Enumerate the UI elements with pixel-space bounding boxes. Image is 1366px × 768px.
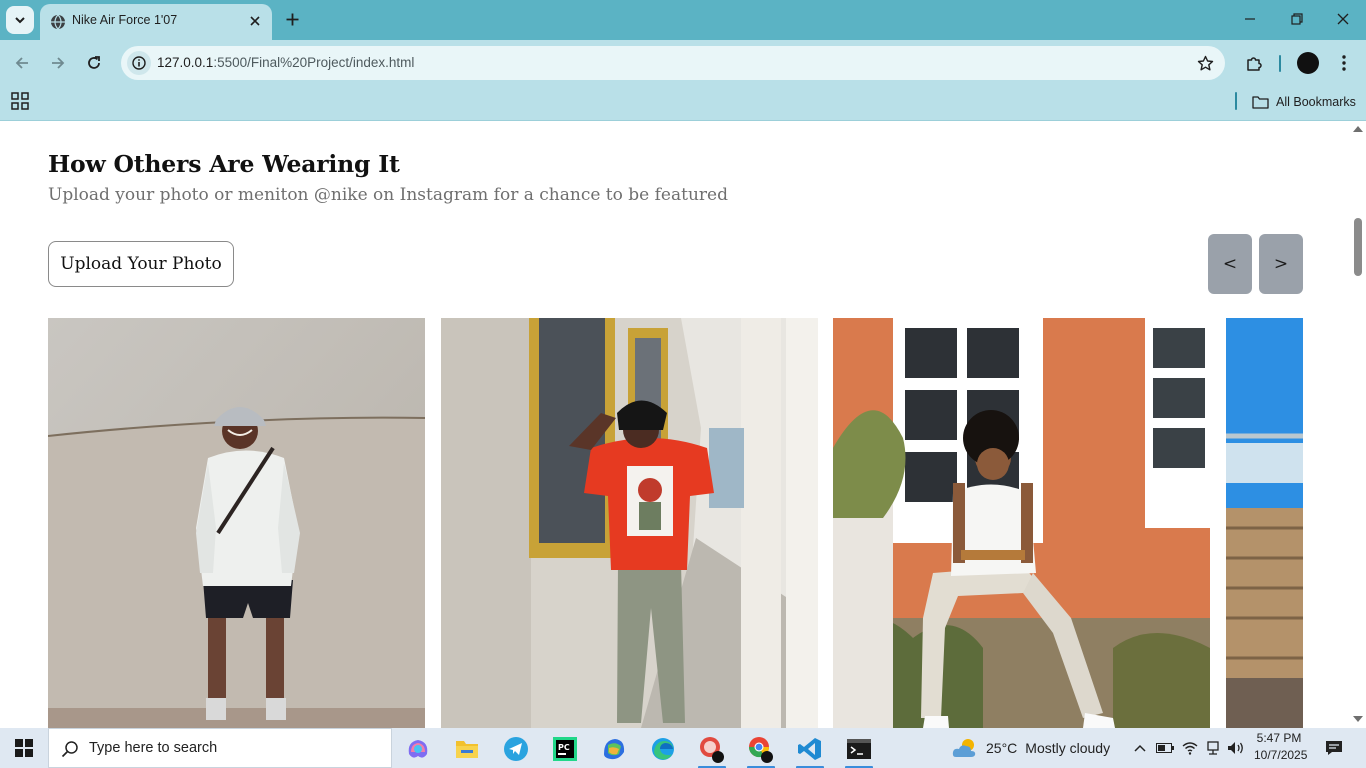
search-icon — [61, 741, 78, 758]
more-menu-icon[interactable] — [1331, 50, 1357, 76]
minimize-icon[interactable] — [1240, 9, 1260, 29]
volume-icon[interactable] — [1226, 738, 1246, 758]
edge-icon[interactable] — [643, 732, 683, 766]
profile-avatar[interactable] — [1297, 52, 1319, 74]
clock-date: 10/7/2025 — [1254, 748, 1308, 762]
search-placeholder: Type here to search — [89, 740, 218, 756]
gallery-next-button[interactable]: > — [1259, 234, 1303, 294]
chevron-up-icon[interactable] — [1130, 738, 1150, 758]
weather-widget[interactable]: 25°C Mostly cloudy — [952, 728, 1110, 768]
weather-temperature: 25°C — [986, 740, 1018, 756]
tab-search-button[interactable] — [6, 6, 34, 34]
bookmarks-divider — [1235, 92, 1237, 110]
extensions-puzzle-icon[interactable] — [1241, 50, 1267, 76]
upload-photo-button[interactable]: Upload Your Photo — [48, 241, 234, 287]
windows-taskbar: Type here to search PC 25°C Mostly cloud… — [0, 728, 1366, 768]
gallery-photo-3[interactable] — [833, 318, 1210, 728]
url-host: 127.0.0.1 — [157, 55, 214, 70]
gallery-photo-1[interactable] — [48, 318, 425, 728]
terminal-icon[interactable] — [839, 732, 879, 768]
taskbar-search-box[interactable]: Type here to search — [48, 728, 392, 768]
section-subtitle: Upload your photo or meniton @nike on In… — [48, 185, 728, 205]
telegram-icon[interactable] — [496, 732, 536, 766]
close-window-icon[interactable] — [1333, 9, 1353, 29]
browser-tab[interactable]: Nike Air Force 1'07 — [40, 4, 272, 40]
chrome-icon[interactable] — [741, 732, 781, 768]
url-text: 127.0.0.1:5500/Final%20Project/index.htm… — [157, 55, 414, 70]
page-content: How Others Are Wearing It Upload your ph… — [0, 121, 1350, 728]
close-tab-icon[interactable] — [246, 12, 264, 30]
tab-title: Nike Air Force 1'07 — [72, 13, 178, 27]
weather-description: Mostly cloudy — [1025, 740, 1111, 756]
toolbar-divider — [1279, 55, 1281, 72]
bookmarks-bar: All Bookmarks — [0, 86, 1366, 121]
svg-text:PC: PC — [558, 743, 570, 752]
browser-toolbar: 127.0.0.1:5500/Final%20Project/index.htm… — [0, 40, 1366, 86]
battery-icon[interactable] — [1155, 738, 1175, 758]
restore-icon[interactable] — [1287, 9, 1307, 29]
microsoft-365-icon[interactable] — [594, 732, 634, 766]
chevron-down-icon — [15, 17, 25, 24]
reload-icon[interactable] — [81, 50, 107, 76]
gallery-photo-2[interactable] — [441, 318, 818, 728]
new-tab-icon[interactable] — [282, 9, 302, 29]
section-title: How Others Are Wearing It — [48, 150, 400, 178]
scroll-down-arrow-icon[interactable] — [1353, 715, 1363, 723]
windows-start-icon[interactable] — [0, 728, 48, 768]
all-bookmarks-button[interactable]: All Bookmarks — [1252, 92, 1356, 112]
copilot-icon[interactable] — [398, 732, 438, 766]
page-scrollbar[interactable] — [1350, 121, 1366, 728]
partly-cloudy-icon — [952, 739, 976, 757]
gallery-photo-4[interactable] — [1226, 318, 1303, 728]
scroll-up-arrow-icon[interactable] — [1353, 125, 1363, 133]
system-clock[interactable]: 5:47 PM 10/7/2025 — [1254, 730, 1308, 764]
gallery-prev-button[interactable]: < — [1208, 234, 1252, 294]
address-bar[interactable]: 127.0.0.1:5500/Final%20Project/index.htm… — [121, 46, 1225, 80]
folder-icon — [1252, 96, 1269, 109]
url-path: :5500/Final%20Project/index.html — [213, 55, 415, 70]
notifications-icon[interactable] — [1324, 738, 1344, 758]
network-icon[interactable] — [1203, 738, 1223, 758]
bookmark-star-icon[interactable] — [1195, 53, 1215, 73]
file-explorer-icon[interactable] — [447, 732, 487, 766]
back-arrow-icon[interactable] — [9, 50, 35, 76]
site-info-icon[interactable] — [127, 51, 151, 75]
forward-arrow-icon[interactable] — [45, 50, 71, 76]
app-icon-red[interactable] — [692, 732, 732, 768]
all-bookmarks-label: All Bookmarks — [1276, 95, 1356, 109]
scrollbar-thumb[interactable] — [1354, 218, 1362, 276]
photo-gallery — [48, 318, 1303, 728]
vscode-icon[interactable] — [790, 732, 830, 768]
globe-icon — [51, 14, 65, 30]
wifi-icon[interactable] — [1180, 738, 1200, 758]
tab-strip: Nike Air Force 1'07 — [0, 0, 1366, 40]
pycharm-icon[interactable]: PC — [545, 732, 585, 766]
clock-time: 5:47 PM — [1256, 731, 1302, 745]
apps-grid-icon[interactable] — [11, 92, 29, 110]
